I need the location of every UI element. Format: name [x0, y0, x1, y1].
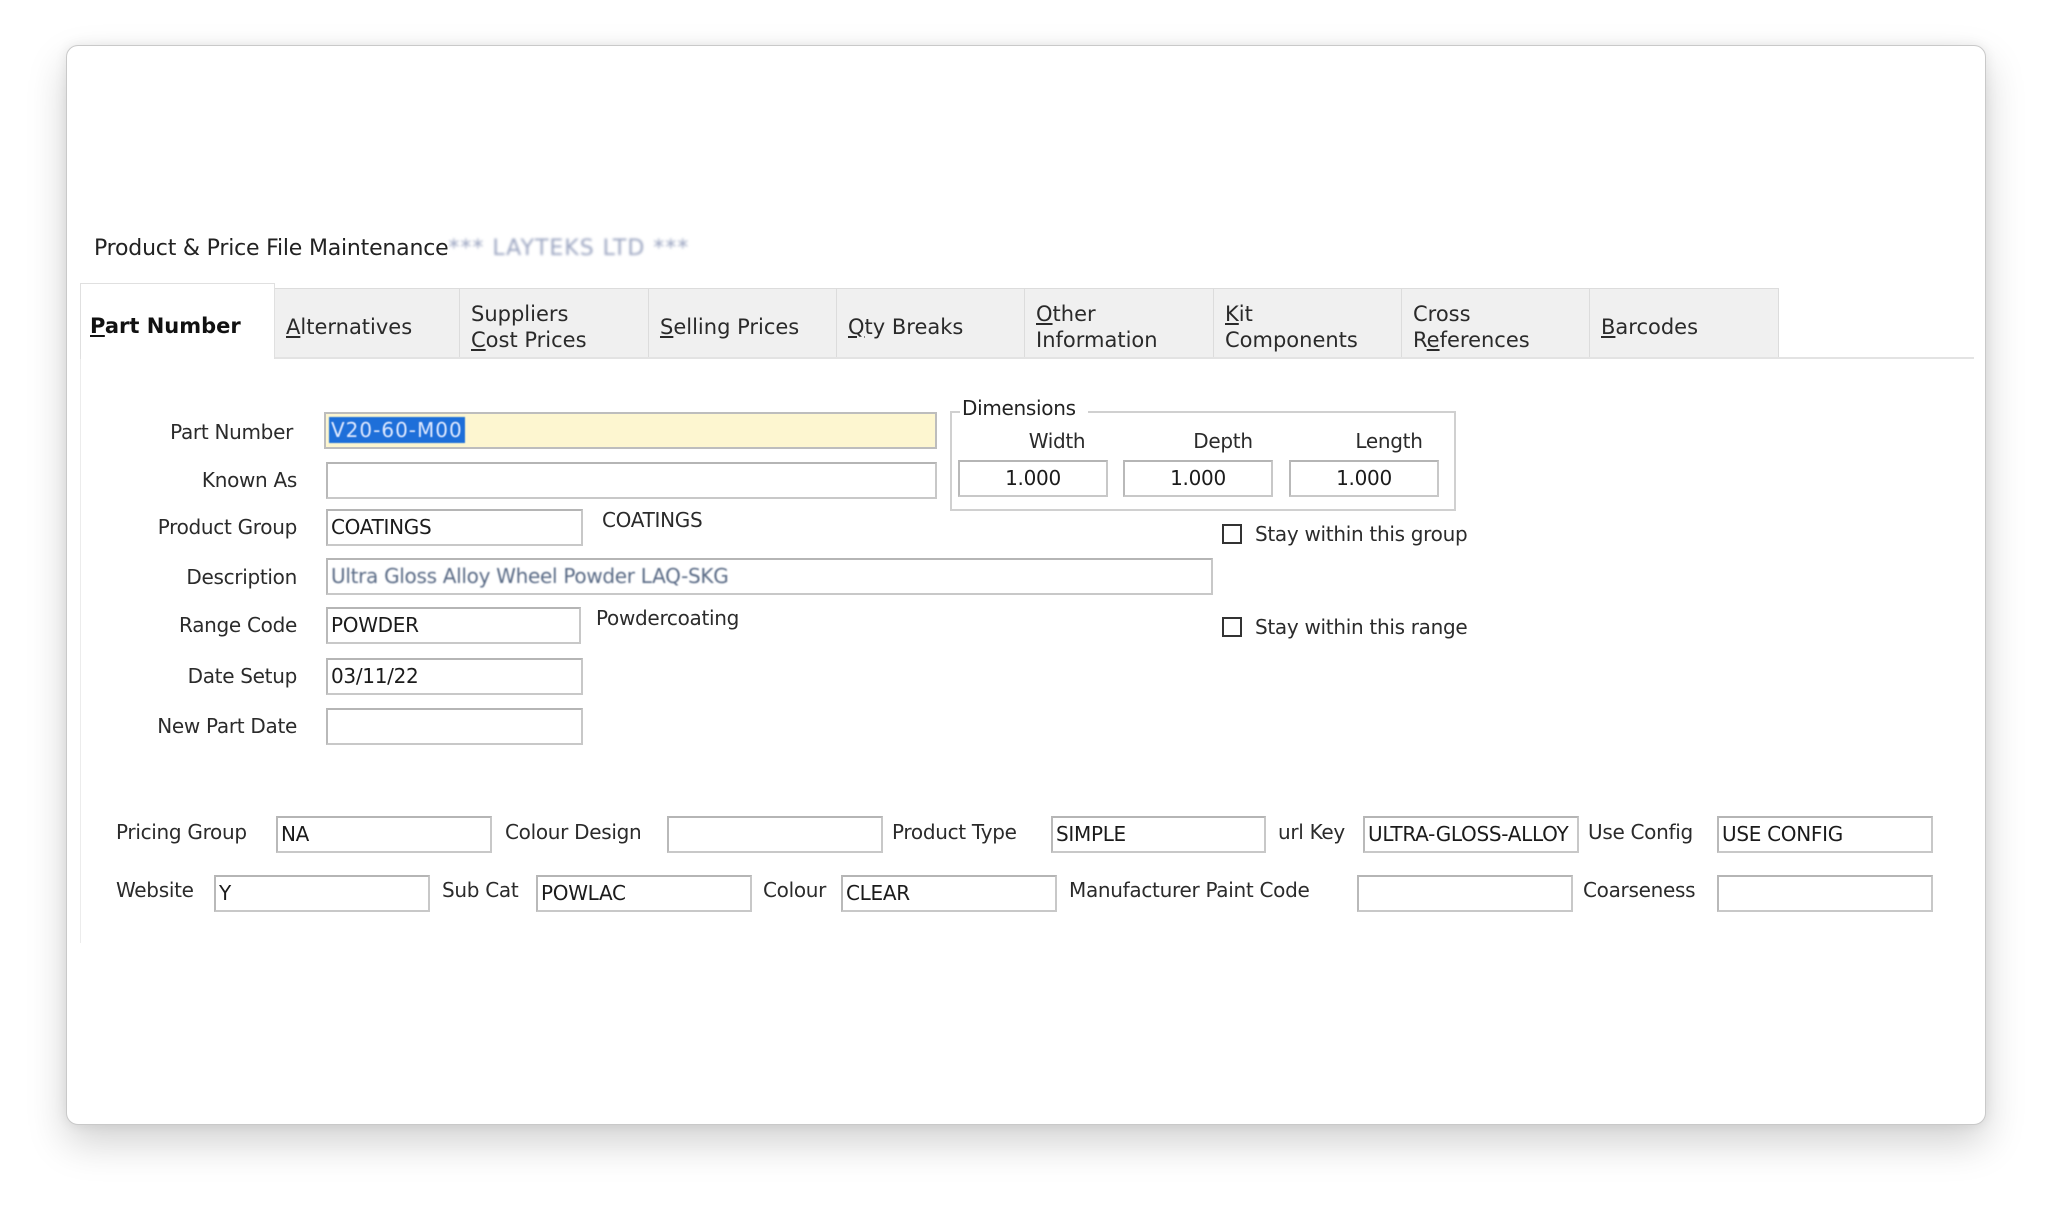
- tab-label: Suppliers Cost Prices: [471, 302, 587, 352]
- tab-selling-prices[interactable]: Selling Prices: [648, 288, 837, 357]
- use-config-input[interactable]: USE CONFIG: [1717, 816, 1933, 853]
- use-config-label: Use Config: [1588, 820, 1693, 844]
- tab-label: Selling Prices: [660, 315, 800, 339]
- product-price-maintenance-window: Product & Price File Maintenance*** LAYT…: [66, 45, 1986, 1125]
- range-code-description: Powdercoating: [596, 606, 740, 630]
- coarseness-input[interactable]: [1717, 875, 1933, 912]
- window-title: Product & Price File Maintenance*** LAYT…: [94, 236, 689, 261]
- product-type-input[interactable]: SIMPLE: [1051, 816, 1266, 853]
- manufacturer-paint-code-input[interactable]: [1357, 875, 1573, 912]
- description-input[interactable]: Ultra Gloss Alloy Wheel Powder LAQ-SKG: [326, 558, 1213, 595]
- dimension-depth-label: Depth: [1193, 429, 1253, 453]
- tab-barcodes[interactable]: Barcodes: [1589, 288, 1779, 357]
- tab-cross-references[interactable]: Cross References: [1401, 288, 1590, 357]
- window-title-text: Product & Price File Maintenance: [94, 236, 449, 261]
- coarseness-label: Coarseness: [1583, 878, 1696, 902]
- new-part-date-input[interactable]: [326, 708, 583, 745]
- url-key-label: url Key: [1278, 820, 1345, 844]
- company-name-redacted: *** LAYTEKS LTD ***: [448, 236, 690, 261]
- product-group-description: COATINGS: [602, 508, 703, 532]
- pricing-group-label: Pricing Group: [116, 820, 247, 844]
- tab-alternatives[interactable]: Alternatives: [274, 288, 460, 357]
- part-number-selected-text: V20-60-M00: [329, 417, 465, 443]
- dimension-depth-input[interactable]: 1.000: [1123, 460, 1273, 497]
- pricing-group-input[interactable]: NA: [276, 816, 492, 853]
- tab-other-information[interactable]: Other Information: [1024, 288, 1214, 357]
- tab-label: Kit Components: [1225, 302, 1358, 352]
- tab-label: Barcodes: [1601, 315, 1699, 339]
- new-part-date-label: New Part Date: [157, 714, 297, 738]
- date-setup-label: Date Setup: [187, 664, 298, 688]
- tab-qty-breaks[interactable]: Qty Breaks: [836, 288, 1025, 357]
- tab-suppliers-cost-prices[interactable]: Suppliers Cost Prices: [459, 288, 649, 357]
- dimension-length-label: Length: [1355, 429, 1423, 453]
- tab-kit-components[interactable]: Kit Components: [1213, 288, 1402, 357]
- url-key-input[interactable]: ULTRA-GLOSS-ALLOY: [1363, 816, 1579, 853]
- part-number-label: Part Number: [170, 420, 293, 444]
- part-number-input[interactable]: V20-60-M00: [324, 412, 937, 449]
- stay-within-range-label: Stay within this range: [1255, 615, 1468, 639]
- dimension-width-input[interactable]: 1.000: [958, 460, 1108, 497]
- known-as-label: Known As: [201, 468, 297, 492]
- stay-within-range-checkbox[interactable]: [1222, 617, 1242, 637]
- tab-label: Cross References: [1413, 302, 1530, 352]
- colour-design-label: Colour Design: [505, 820, 642, 844]
- known-as-input[interactable]: [326, 462, 937, 499]
- colour-input[interactable]: CLEAR: [841, 875, 1057, 912]
- colour-label: Colour: [763, 878, 827, 902]
- website-label: Website: [116, 878, 194, 902]
- stay-within-group-label: Stay within this group: [1255, 522, 1468, 546]
- tab-panel-border: [80, 359, 81, 943]
- tab-label: Other Information: [1036, 302, 1158, 352]
- tab-label: Alternatives: [286, 315, 413, 339]
- dimension-length-input[interactable]: 1.000: [1289, 460, 1439, 497]
- date-setup-input[interactable]: 03/11/22: [326, 658, 583, 695]
- description-value: Ultra Gloss Alloy Wheel Powder LAQ-SKG: [331, 564, 729, 588]
- description-label: Description: [186, 565, 297, 589]
- sub-cat-input[interactable]: POWLAC: [536, 875, 752, 912]
- tab-strip-divider: [80, 357, 1974, 359]
- manufacturer-paint-code-label: Manufacturer Paint Code: [1069, 878, 1310, 902]
- tab-part-number[interactable]: Part Number: [80, 283, 275, 359]
- tab-label: Part Number: [90, 313, 241, 338]
- product-type-label: Product Type: [892, 820, 1017, 844]
- product-group-label: Product Group: [157, 515, 298, 539]
- stay-within-group-checkbox[interactable]: [1222, 524, 1242, 544]
- product-group-input[interactable]: COATINGS: [326, 509, 583, 546]
- tab-label: Qty Breaks: [848, 315, 964, 339]
- dimensions-legend: Dimensions: [960, 396, 1088, 420]
- range-code-label: Range Code: [179, 613, 297, 637]
- dimension-width-label: Width: [1028, 429, 1086, 453]
- range-code-input[interactable]: POWDER: [326, 607, 581, 644]
- sub-cat-label: Sub Cat: [442, 878, 519, 902]
- website-input[interactable]: Y: [214, 875, 430, 912]
- colour-design-input[interactable]: [667, 816, 883, 853]
